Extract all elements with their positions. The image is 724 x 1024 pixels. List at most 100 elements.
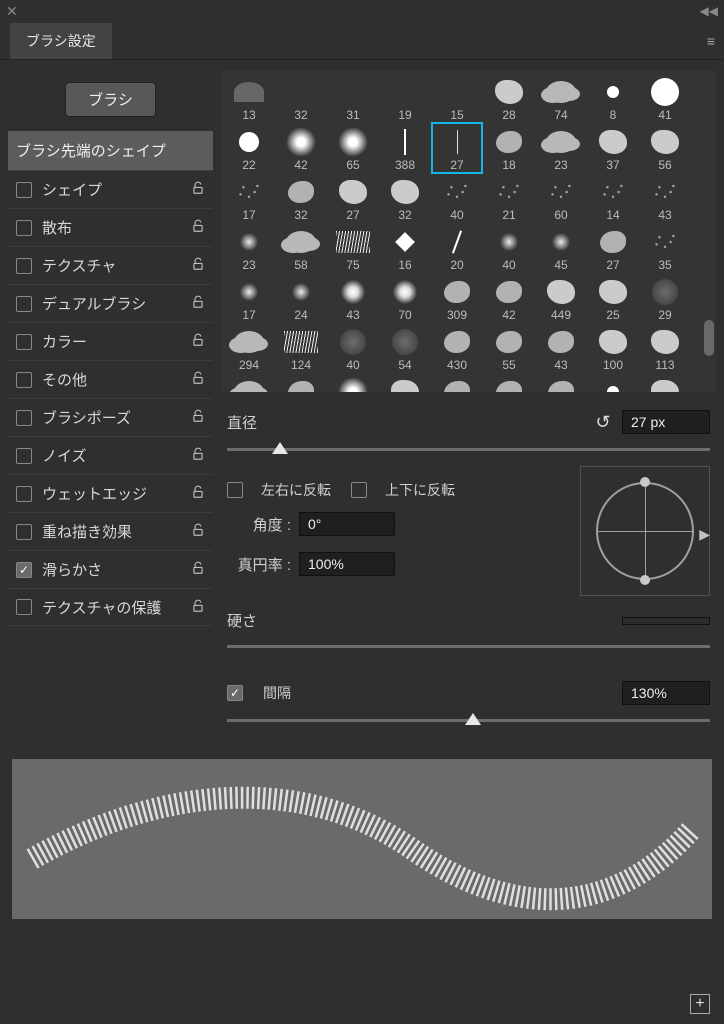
brush-preset[interactable]: 75 bbox=[328, 223, 378, 273]
flip-v-checkbox[interactable] bbox=[351, 482, 367, 498]
brush-preset[interactable]: 72 bbox=[328, 373, 378, 392]
option-row[interactable]: シェイプ bbox=[8, 170, 213, 208]
brush-preset[interactable]: 100 bbox=[588, 323, 638, 373]
brush-preset[interactable]: 430 bbox=[432, 323, 482, 373]
option-checkbox[interactable] bbox=[16, 296, 32, 312]
option-row[interactable]: その他 bbox=[8, 360, 213, 398]
expand-icon[interactable]: ◀◀ bbox=[700, 4, 718, 18]
brush-preset[interactable]: 56 bbox=[640, 123, 690, 173]
brush-preset[interactable]: 24 bbox=[276, 273, 326, 323]
roundness-input[interactable]: 100% bbox=[299, 552, 395, 576]
brush-preset[interactable]: 13 bbox=[224, 73, 274, 123]
brush-preset[interactable]: 449 bbox=[536, 273, 586, 323]
hardness-input[interactable] bbox=[622, 617, 710, 625]
hardness-slider[interactable] bbox=[227, 635, 710, 657]
brush-preset[interactable]: 32 bbox=[276, 173, 326, 223]
lock-icon[interactable] bbox=[189, 371, 207, 388]
option-row[interactable]: ブラシポーズ bbox=[8, 398, 213, 436]
lock-icon[interactable] bbox=[189, 561, 207, 578]
brush-preset[interactable]: 17 bbox=[224, 173, 274, 223]
brush-preset[interactable]: 55 bbox=[484, 323, 534, 373]
brush-preset[interactable]: 294 bbox=[224, 323, 274, 373]
option-row[interactable]: デュアルブラシ bbox=[8, 284, 213, 322]
spacing-checkbox[interactable] bbox=[227, 685, 243, 701]
option-row[interactable]: 散布 bbox=[8, 208, 213, 246]
lock-icon[interactable] bbox=[189, 181, 207, 198]
option-row[interactable]: ノイズ bbox=[8, 436, 213, 474]
brush-preset[interactable]: 74 bbox=[536, 73, 586, 123]
brush-preset[interactable]: 40 bbox=[432, 173, 482, 223]
option-checkbox[interactable] bbox=[16, 448, 32, 464]
dial-handle-icon[interactable] bbox=[640, 477, 650, 487]
brush-preset[interactable]: 54 bbox=[380, 323, 430, 373]
brush-preset[interactable]: 20 bbox=[432, 223, 482, 273]
brush-preset[interactable]: 124 bbox=[276, 323, 326, 373]
lock-icon[interactable] bbox=[189, 333, 207, 350]
diameter-slider-thumb[interactable] bbox=[272, 442, 288, 454]
brush-preset[interactable]: 70 bbox=[380, 273, 430, 323]
lock-icon[interactable] bbox=[189, 523, 207, 540]
option-checkbox[interactable] bbox=[16, 258, 32, 274]
close-icon[interactable]: ✕ bbox=[6, 3, 18, 20]
brush-preset[interactable]: 89 bbox=[224, 373, 274, 392]
brush-preset[interactable]: 16 bbox=[380, 223, 430, 273]
grid-scrollbar[interactable] bbox=[704, 320, 714, 356]
lock-icon[interactable] bbox=[189, 447, 207, 464]
brush-preset[interactable]: 41 bbox=[640, 73, 690, 123]
brush-preset[interactable]: 37 bbox=[588, 123, 638, 173]
brush-preset[interactable]: 32 bbox=[276, 73, 326, 123]
spacing-slider-thumb[interactable] bbox=[465, 713, 481, 725]
option-row[interactable]: 重ね描き効果 bbox=[8, 512, 213, 550]
brush-preset[interactable]: 21 bbox=[484, 173, 534, 223]
brush-preset[interactable]: 15 bbox=[588, 373, 638, 392]
lock-icon[interactable] bbox=[189, 409, 207, 426]
option-checkbox[interactable] bbox=[16, 486, 32, 502]
diameter-slider[interactable] bbox=[227, 438, 710, 460]
brush-preset[interactable]: 113 bbox=[640, 323, 690, 373]
brush-preset[interactable]: 61 bbox=[640, 373, 690, 392]
brush-preset[interactable]: 45 bbox=[536, 223, 586, 273]
brush-preset[interactable]: 412 bbox=[536, 373, 586, 392]
option-checkbox[interactable] bbox=[16, 410, 32, 426]
brush-preset[interactable]: 23 bbox=[224, 223, 274, 273]
brush-preset[interactable]: 40 bbox=[328, 323, 378, 373]
brush-preset[interactable]: 27 bbox=[588, 223, 638, 273]
option-checkbox[interactable] bbox=[16, 220, 32, 236]
dial-handle-icon[interactable] bbox=[640, 575, 650, 585]
lock-icon[interactable] bbox=[189, 485, 207, 502]
brush-preset[interactable]: 17 bbox=[224, 273, 274, 323]
brush-preset[interactable]: 282 bbox=[380, 373, 430, 392]
option-row[interactable]: 滑らかさ bbox=[8, 550, 213, 588]
option-checkbox[interactable] bbox=[16, 182, 32, 198]
option-row[interactable]: テクスチャ bbox=[8, 246, 213, 284]
brush-preset[interactable]: 388 bbox=[380, 123, 430, 173]
brush-preset[interactable]: 27 bbox=[328, 173, 378, 223]
brush-preset[interactable]: 43 bbox=[536, 323, 586, 373]
new-preset-icon[interactable]: + bbox=[690, 994, 710, 1014]
option-row[interactable]: ウェットエッジ bbox=[8, 474, 213, 512]
lock-icon[interactable] bbox=[189, 295, 207, 312]
brush-preset[interactable]: 40 bbox=[276, 373, 326, 392]
brush-preset[interactable]: 18 bbox=[484, 123, 534, 173]
option-checkbox[interactable] bbox=[16, 599, 32, 615]
brush-preset[interactable]: 43 bbox=[328, 273, 378, 323]
flip-h-checkbox[interactable] bbox=[227, 482, 243, 498]
brush-preset[interactable]: 43 bbox=[640, 173, 690, 223]
reset-diameter-icon[interactable]: ↺ bbox=[590, 411, 616, 433]
brush-preset[interactable]: 60 bbox=[536, 173, 586, 223]
brush-preset[interactable]: 29 bbox=[640, 273, 690, 323]
brush-preset[interactable]: 40 bbox=[484, 223, 534, 273]
option-checkbox[interactable] bbox=[16, 334, 32, 350]
brush-preset[interactable]: 22 bbox=[224, 123, 274, 173]
option-checkbox[interactable] bbox=[16, 562, 32, 578]
brush-preset[interactable]: 28 bbox=[484, 73, 534, 123]
brush-preset[interactable]: 309 bbox=[432, 273, 482, 323]
lock-icon[interactable] bbox=[189, 257, 207, 274]
option-checkbox[interactable] bbox=[16, 524, 32, 540]
brush-preset[interactable]: 15 bbox=[432, 73, 482, 123]
lock-icon[interactable] bbox=[189, 219, 207, 236]
brush-button[interactable]: ブラシ bbox=[65, 82, 156, 117]
brush-preset[interactable]: 42 bbox=[484, 273, 534, 323]
diameter-input[interactable]: 27 px bbox=[622, 410, 710, 434]
brush-preset[interactable]: 42 bbox=[276, 123, 326, 173]
